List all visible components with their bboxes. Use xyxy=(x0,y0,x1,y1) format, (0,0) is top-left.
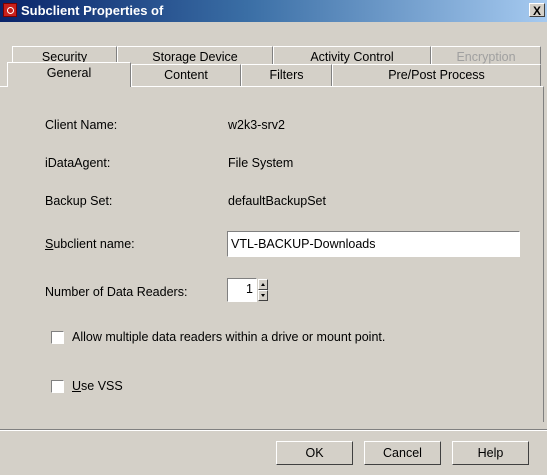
tab-encryption-label: Encryption xyxy=(456,50,516,64)
app-icon xyxy=(3,3,17,17)
spin-down-arrow-icon[interactable] xyxy=(258,290,268,301)
tab-encryption: Encryption xyxy=(431,46,541,64)
tab-storage-device[interactable]: Storage Device xyxy=(117,46,273,64)
tab-pre-post-process-label: Pre/Post Process xyxy=(388,68,485,82)
use-vss-mnemonic: U xyxy=(72,379,82,393)
subclient-name-label: Subclient name: xyxy=(45,237,135,251)
use-vss-label-text: se VSS xyxy=(81,379,123,393)
tab-activity-control[interactable]: Activity Control xyxy=(273,46,431,64)
tab-storage-device-label: Storage Device xyxy=(152,50,238,64)
help-button[interactable]: Help xyxy=(452,441,529,465)
allow-multiple-readers-checkbox[interactable] xyxy=(51,331,64,344)
cancel-button[interactable]: Cancel xyxy=(364,441,441,465)
backup-set-label: Backup Set: xyxy=(45,194,113,208)
title-bar: Subclient Properties of X xyxy=(0,0,547,22)
tab-filters[interactable]: Filters xyxy=(241,64,332,86)
spin-up-arrow-icon[interactable] xyxy=(258,279,268,290)
idataagent-label: iDataAgent: xyxy=(45,156,111,170)
tab-activity-control-label: Activity Control xyxy=(310,50,394,64)
data-readers-label: Number of Data Readers: xyxy=(45,285,188,299)
tab-content[interactable]: Content xyxy=(131,64,241,86)
ok-button[interactable]: OK xyxy=(276,441,353,465)
client-name-label: Client Name: xyxy=(45,118,118,132)
use-vss-checkbox[interactable] xyxy=(51,380,64,393)
tab-content-label: Content xyxy=(164,68,208,82)
data-readers-spinner[interactable]: 1 xyxy=(227,278,257,302)
backup-set-value: defaultBackupSet xyxy=(228,194,326,208)
client-name-value: w2k3-srv2 xyxy=(228,118,285,132)
subclient-name-field[interactable] xyxy=(227,231,520,257)
tab-general-label: General xyxy=(46,66,92,80)
allow-multiple-readers-label: Allow multiple data readers within a dri… xyxy=(72,330,386,344)
footer-separator xyxy=(0,429,547,431)
tab-general[interactable]: General xyxy=(7,62,131,87)
idataagent-value: File System xyxy=(228,156,294,170)
subclient-name-label-text: ubclient name: xyxy=(53,237,135,251)
window-title: Subclient Properties of xyxy=(21,3,164,18)
tab-filters-label: Filters xyxy=(269,68,304,82)
use-vss-label: Use VSS xyxy=(72,379,123,393)
subclient-name-input[interactable] xyxy=(231,235,516,253)
tab-pre-post-process[interactable]: Pre/Post Process xyxy=(332,64,541,86)
close-button[interactable]: X xyxy=(529,3,545,18)
